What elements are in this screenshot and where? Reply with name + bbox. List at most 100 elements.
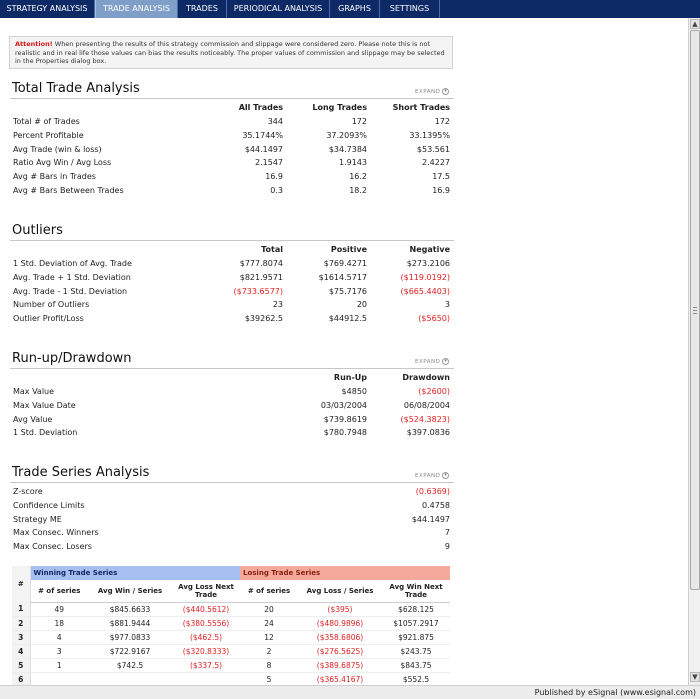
table-cell: $845.6633 bbox=[88, 602, 172, 617]
table-cell: $722.9167 bbox=[88, 644, 172, 659]
chevron-down-icon: ▾ bbox=[442, 472, 450, 479]
row-value: $777.8074 bbox=[239, 259, 283, 268]
row-label: 1 Std. Deviation bbox=[13, 428, 78, 438]
attention-label: Attention! bbox=[15, 40, 53, 48]
row-label: Avg # Bars Between Trades bbox=[13, 186, 124, 195]
row-value: $39262.5 bbox=[244, 314, 283, 324]
row-label: Max Consec. Losers bbox=[13, 542, 92, 552]
row-value: 37.2093% bbox=[326, 130, 367, 140]
section-divider bbox=[10, 98, 454, 99]
attention-notice: Attention! When presenting the results o… bbox=[9, 36, 453, 69]
tab-trades[interactable]: TRADES bbox=[178, 0, 227, 18]
series-table: # Winning Trade Series Losing Trade Seri… bbox=[12, 566, 450, 685]
expand-toggle[interactable]: EXPAND ▾ bbox=[415, 472, 450, 479]
table-cell: $843.75 bbox=[382, 658, 450, 673]
row-value: 7 bbox=[444, 528, 450, 538]
vertical-scrollbar[interactable]: ▲ ▼ bbox=[688, 18, 700, 685]
tab-trade-analysis[interactable]: TRADE ANALYSIS bbox=[95, 0, 178, 18]
col-header: # of series bbox=[240, 580, 298, 603]
table-cell: $243.75 bbox=[382, 644, 450, 659]
row-label: Max Value Date bbox=[13, 400, 76, 410]
table-cell: 5 bbox=[240, 672, 298, 685]
row-value: 2.4227 bbox=[422, 158, 450, 168]
row-value: $769.4271 bbox=[323, 259, 367, 268]
row-index: 6 bbox=[12, 672, 31, 685]
row-value: $821.9571 bbox=[239, 272, 283, 282]
table-cell bbox=[88, 672, 172, 685]
table-cell: $742.5 bbox=[88, 658, 172, 673]
scroll-down-icon[interactable]: ▼ bbox=[690, 672, 700, 682]
row-label: Avg Trade (win & loss) bbox=[13, 144, 102, 154]
winning-series-header: Winning Trade Series bbox=[30, 566, 240, 580]
outliers-title: Outliers bbox=[12, 223, 63, 238]
row-index: 5 bbox=[12, 658, 31, 673]
row-value: 35.1744% bbox=[242, 130, 283, 140]
table-cell: ($380.5556) bbox=[172, 616, 240, 631]
tab-graphs[interactable]: GRAPHS bbox=[330, 0, 380, 18]
row-value: 172 bbox=[434, 117, 450, 126]
table-cell: ($276.5625) bbox=[298, 644, 382, 659]
scroll-thumb[interactable] bbox=[690, 30, 700, 590]
table-cell: 18 bbox=[30, 616, 88, 631]
col-header: Avg Loss Next Trade bbox=[172, 580, 240, 603]
table-cell: 3 bbox=[30, 644, 88, 659]
col-header: Avg Win Next Trade bbox=[382, 580, 450, 603]
table-cell: ($358.6806) bbox=[298, 630, 382, 645]
col-header: Drawdown bbox=[402, 373, 450, 382]
tab-periodical-analysis[interactable]: PERIODICAL ANALYSIS bbox=[227, 0, 330, 18]
row-label: Outlier Profit/Loss bbox=[13, 314, 84, 324]
table-cell: $977.0833 bbox=[88, 630, 172, 645]
chevron-down-icon: ▾ bbox=[442, 88, 450, 95]
col-header: Total bbox=[261, 245, 283, 254]
expand-label: EXPAND bbox=[415, 473, 441, 479]
table-cell: ($365.4167) bbox=[298, 672, 382, 685]
table-row: 5 1 $742.5 ($337.5) 8 ($389.6875) $843.75 bbox=[12, 658, 450, 673]
trade-series-title: Trade Series Analysis bbox=[12, 465, 150, 480]
table-cell: ($462.5) bbox=[172, 630, 240, 645]
total-trade-analysis-title: Total Trade Analysis bbox=[12, 81, 140, 96]
row-value: 1.9143 bbox=[339, 158, 367, 168]
row-value: 0.4758 bbox=[422, 500, 450, 510]
row-value: ($665.4403) bbox=[400, 286, 450, 296]
table-cell: $552.5 bbox=[382, 672, 450, 685]
row-value: 344 bbox=[267, 117, 283, 126]
row-value: ($2600) bbox=[418, 387, 450, 396]
table-cell: 12 bbox=[240, 630, 298, 645]
row-value: 06/08/2004 bbox=[403, 400, 450, 410]
table-cell: 2 bbox=[240, 644, 298, 659]
table-cell: ($320.8333) bbox=[172, 644, 240, 659]
report-content: Attention! When presenting the results o… bbox=[0, 18, 688, 685]
expand-toggle[interactable]: EXPAND ▾ bbox=[415, 88, 450, 95]
col-header: Avg Loss / Series bbox=[298, 580, 382, 603]
col-header: # of series bbox=[30, 580, 88, 603]
table-cell: 1 bbox=[30, 658, 88, 673]
row-label: Avg Value bbox=[13, 414, 53, 424]
section-divider bbox=[10, 240, 454, 241]
table-row: 6 5 ($365.4167) $552.5 bbox=[12, 672, 450, 685]
row-label: Avg. Trade + 1 Std. Deviation bbox=[13, 272, 131, 282]
col-header: Avg Win / Series bbox=[88, 580, 172, 603]
status-text: Published by eSignal (www.esignal.com) bbox=[534, 688, 696, 697]
table-row: 3 4 $977.0833 ($462.5) 12 ($358.6806) $921.875 bbox=[12, 630, 450, 645]
table-cell: $921.875 bbox=[382, 630, 450, 645]
row-label: Ratio Avg Win / Avg Loss bbox=[13, 158, 112, 168]
scroll-up-icon[interactable]: ▲ bbox=[690, 19, 700, 29]
row-value: 16.9 bbox=[432, 186, 450, 195]
row-value: 16.2 bbox=[349, 172, 367, 182]
table-cell: 4 bbox=[30, 630, 88, 645]
tab-strategy-analysis[interactable]: STRATEGY ANALYSIS bbox=[0, 0, 95, 18]
expand-toggle[interactable]: EXPAND ▾ bbox=[415, 358, 450, 365]
row-value: (0.6369) bbox=[415, 487, 450, 496]
row-label: Max Value bbox=[13, 387, 55, 396]
row-value: $739.8619 bbox=[323, 414, 367, 424]
runup-drawdown-title: Run-up/Drawdown bbox=[12, 351, 132, 366]
section-divider bbox=[10, 368, 454, 369]
row-value: $273.2106 bbox=[406, 259, 450, 268]
row-value: 172 bbox=[351, 117, 367, 126]
row-value: ($733.6577) bbox=[233, 286, 283, 296]
row-label: Strategy ME bbox=[13, 514, 62, 524]
row-value: 9 bbox=[444, 542, 450, 552]
table-cell: $881.9444 bbox=[88, 616, 172, 631]
row-label: Percent Profitable bbox=[13, 130, 84, 140]
tab-settings[interactable]: SETTINGS bbox=[380, 0, 440, 18]
